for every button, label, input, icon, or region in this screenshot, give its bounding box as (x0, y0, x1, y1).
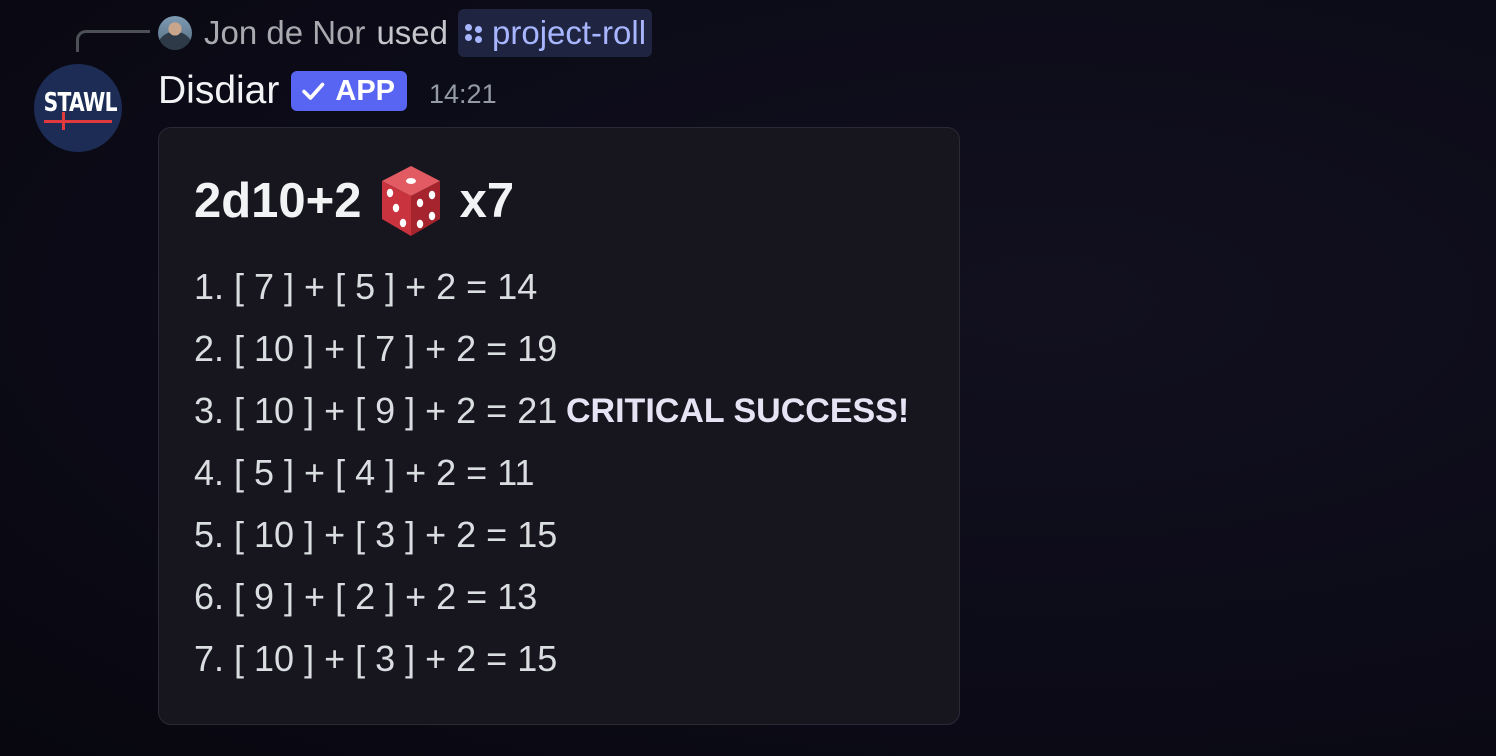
verified-check-icon (302, 82, 325, 100)
command-chip[interactable]: project-roll (458, 9, 653, 57)
roll-result: 4. [ 5 ] + [ 4 ] + 2 = 11 (194, 452, 535, 493)
reply-connector-line (76, 30, 150, 52)
roll-line: 3. [ 10 ] + [ 9 ] + 2 = 21 CRITICAL SUCC… (194, 380, 909, 442)
roll-list: 1. [ 7 ] + [ 5 ] + 2 = 14 2. [ 10 ] + [ … (194, 256, 909, 690)
critical-success-label: CRITICAL SUCCESS! (566, 392, 910, 430)
roll-result: 2. [ 10 ] + [ 7 ] + 2 = 19 (194, 328, 558, 369)
user-avatar-small[interactable] (158, 16, 192, 50)
command-reply-context: Jon de Nor used project-roll (158, 8, 653, 58)
reply-verb: used (376, 14, 448, 51)
app-badge-label: APP (335, 74, 396, 107)
slash-command-icon (464, 23, 484, 43)
roll-result: 5. [ 10 ] + [ 3 ] + 2 = 15 (194, 514, 558, 555)
bot-avatar-logo-text: STAWL (43, 88, 118, 118)
bot-avatar-logo-cross (62, 112, 65, 130)
roll-result: 3. [ 10 ] + [ 9 ] + 2 = 21 (194, 390, 558, 431)
roll-line: 6. [ 9 ] + [ 2 ] + 2 = 13 (194, 566, 909, 628)
roll-count: x7 (459, 174, 515, 228)
message-timestamp[interactable]: 14:21 (429, 79, 497, 110)
bot-avatar-logo-bar (44, 120, 112, 123)
command-name: project-roll (492, 14, 647, 51)
reply-username[interactable]: Jon de Nor (204, 14, 365, 52)
roll-line: 7. [ 10 ] + [ 3 ] + 2 = 15 (194, 628, 909, 690)
roll-result: 6. [ 9 ] + [ 2 ] + 2 = 13 (194, 576, 538, 617)
message-header: Disdiar APP 14:21 (158, 66, 497, 116)
dice-expression: 2d10+2 (194, 174, 362, 228)
app-badge: APP (291, 71, 408, 111)
roll-result: 7. [ 10 ] + [ 3 ] + 2 = 15 (194, 638, 558, 679)
roll-result: 1. [ 7 ] + [ 5 ] + 2 = 14 (194, 266, 538, 307)
game-die-icon (381, 166, 440, 236)
roll-line: 4. [ 5 ] + [ 4 ] + 2 = 11 (194, 442, 909, 504)
roll-line: 1. [ 7 ] + [ 5 ] + 2 = 14 (194, 256, 909, 318)
bot-avatar[interactable]: STAWL (34, 64, 122, 152)
bot-username[interactable]: Disdiar (158, 69, 279, 113)
roll-result-embed: 2d10+2 x7 1. [ 7 ] + [ 5 ] + 2 = 14 2. [… (158, 127, 960, 725)
roll-line: 2. [ 10 ] + [ 7 ] + 2 = 19 (194, 318, 909, 380)
embed-title: 2d10+2 x7 (194, 161, 514, 241)
roll-line: 5. [ 10 ] + [ 3 ] + 2 = 15 (194, 504, 909, 566)
